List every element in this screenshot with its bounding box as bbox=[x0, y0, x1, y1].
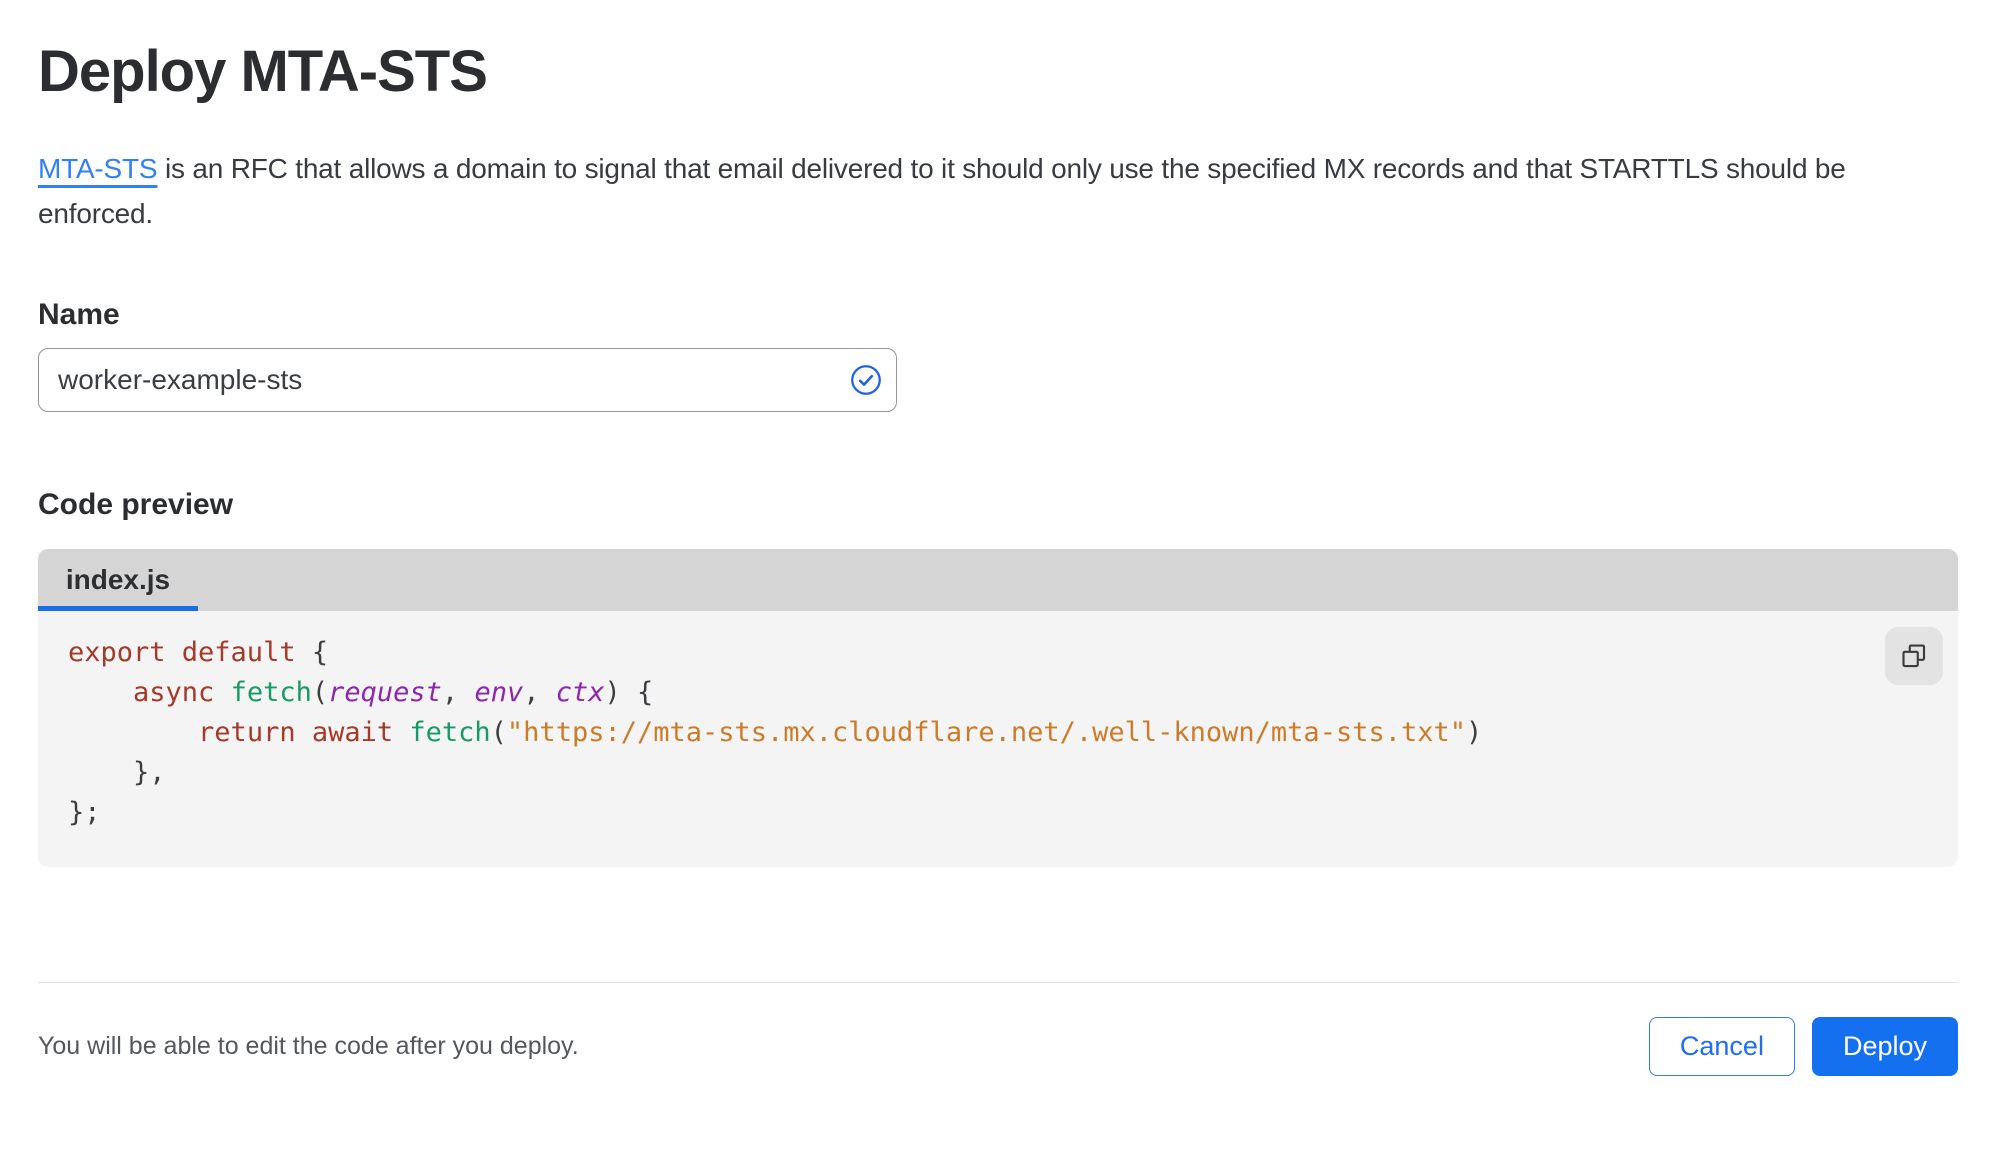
footer-divider bbox=[38, 982, 1958, 983]
description: MTA-STS is an RFC that allows a domain t… bbox=[38, 146, 1943, 236]
code-token-punct bbox=[68, 677, 133, 708]
code-token-punct bbox=[68, 717, 198, 748]
code-line: export default { bbox=[68, 633, 1958, 673]
code-token-param: request bbox=[328, 677, 442, 708]
footer: You will be able to edit the code after … bbox=[38, 1017, 1958, 1076]
deploy-button[interactable]: Deploy bbox=[1811, 1017, 1958, 1076]
tab-index-js[interactable]: index.js bbox=[38, 549, 198, 611]
page-title: Deploy MTA-STS bbox=[38, 39, 488, 104]
copy-icon bbox=[1902, 644, 1926, 668]
code-token-punct: ) bbox=[1466, 717, 1483, 748]
code-preview-card: index.js export default { async fetch(re… bbox=[38, 549, 1958, 867]
code-token-keyword: async bbox=[133, 677, 231, 708]
code-token-param: env bbox=[474, 677, 524, 708]
code-line: return await fetch("https://mta-sts.mx.c… bbox=[68, 713, 1958, 753]
code-token-keyword: return await bbox=[198, 717, 410, 748]
code-content: export default { async fetch(request, en… bbox=[68, 633, 1958, 833]
copy-button[interactable] bbox=[1885, 627, 1943, 685]
code-token-punct: ( bbox=[490, 717, 507, 748]
code-preview-label: Code preview bbox=[38, 488, 234, 521]
code-token-punct: ( bbox=[311, 677, 329, 708]
deploy-mta-sts-page: Deploy MTA-STS MTA-STS is an RFC that al… bbox=[0, 36, 1999, 1174]
code-token-keyword: export default bbox=[68, 637, 312, 668]
code-token-punct: , bbox=[523, 677, 556, 708]
footer-actions: Cancel Deploy bbox=[1648, 1017, 1958, 1076]
code-token-string: "https://mta-sts.mx.cloudflare.net/.well… bbox=[506, 717, 1466, 748]
code-token-function: fetch bbox=[230, 677, 312, 708]
tab-label: index.js bbox=[65, 564, 171, 595]
check-circle-icon bbox=[851, 365, 881, 395]
code-token-param: ctx bbox=[555, 677, 605, 708]
code-tab-bar: index.js bbox=[38, 549, 1958, 611]
mta-sts-link[interactable]: MTA-STS bbox=[38, 153, 158, 184]
code-token-punct: , bbox=[441, 677, 475, 708]
code-token-punct: }, bbox=[68, 757, 166, 788]
cancel-button[interactable]: Cancel bbox=[1648, 1017, 1795, 1076]
footer-note: You will be able to edit the code after … bbox=[38, 1032, 579, 1060]
code-token-punct: }; bbox=[68, 797, 101, 828]
code-line: async fetch(request, env, ctx) { bbox=[68, 673, 1958, 713]
code-line: }; bbox=[68, 793, 1958, 833]
code-editor: export default { async fetch(request, en… bbox=[38, 611, 1958, 867]
code-token-function: fetch bbox=[409, 717, 491, 748]
name-input-wrap bbox=[38, 348, 897, 412]
code-token-punct: ) { bbox=[604, 677, 654, 708]
name-label: Name bbox=[38, 298, 120, 331]
name-input[interactable] bbox=[38, 348, 897, 412]
code-line: }, bbox=[68, 753, 1958, 793]
code-token-punct: { bbox=[311, 637, 329, 668]
description-text: is an RFC that allows a domain to signal… bbox=[38, 153, 1846, 229]
